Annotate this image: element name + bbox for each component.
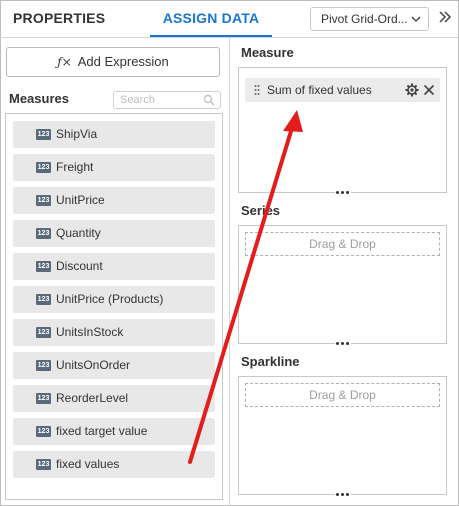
numeric-type-icon: 123 — [36, 294, 51, 305]
field-item-label: ReorderLevel — [56, 391, 129, 405]
field-item-label: fixed values — [56, 457, 120, 471]
field-item-label: UnitsOnOrder — [56, 358, 131, 372]
field-item-label: Freight — [56, 160, 94, 174]
numeric-type-icon: 123 — [36, 261, 51, 272]
numeric-type-icon: 123 — [36, 327, 51, 338]
sparkline-drop-placeholder: Drag & Drop — [245, 383, 440, 407]
close-icon[interactable] — [423, 84, 435, 96]
field-item[interactable]: 123 fixed values — [13, 451, 215, 478]
resize-handle-icon[interactable] — [335, 190, 351, 196]
search-icon — [203, 94, 215, 106]
field-item[interactable]: 123 ShipVia — [13, 121, 215, 148]
field-item[interactable]: 123 Discount — [13, 253, 215, 280]
numeric-type-icon: 123 — [36, 360, 51, 371]
field-item-label: UnitPrice — [56, 193, 105, 207]
numeric-type-icon: 123 — [36, 129, 51, 140]
numeric-type-icon: 123 — [36, 426, 51, 437]
widget-dropdown-value: Pivot Grid-Ord... — [321, 12, 408, 26]
sparkline-dropzone[interactable]: Drag & Drop — [238, 376, 447, 498]
drag-handle-icon[interactable] — [254, 84, 260, 96]
tab-assign-data[interactable]: ASSIGN DATA — [150, 0, 272, 37]
field-item-label: UnitsInStock — [56, 325, 124, 339]
widget-dropdown[interactable]: Pivot Grid-Ord... — [310, 7, 429, 31]
series-drop-placeholder: Drag & Drop — [245, 232, 440, 256]
add-expression-button[interactable]: ƒ× Add Expression — [6, 47, 220, 77]
field-item-label: fixed target value — [56, 424, 148, 438]
measure-dropzone[interactable]: Sum of fixed values — [238, 67, 447, 196]
collapse-panel-icon[interactable] — [437, 9, 453, 25]
function-icon: ƒ× — [57, 55, 72, 69]
field-item-label: Discount — [56, 259, 103, 273]
field-item[interactable]: 123 UnitPrice — [13, 187, 215, 214]
measure-item-label: Sum of fixed values — [267, 83, 372, 97]
series-dropzone[interactable]: Drag & Drop — [238, 225, 447, 347]
search-input[interactable]: Search — [113, 91, 221, 109]
field-item[interactable]: 123 Quantity — [13, 220, 215, 247]
panel-header: PROPERTIES ASSIGN DATA Pivot Grid-Ord... — [0, 0, 459, 38]
resize-handle-icon[interactable] — [335, 492, 351, 498]
add-expression-label: Add Expression — [77, 54, 169, 69]
numeric-type-icon: 123 — [36, 228, 51, 239]
field-item-label: ShipVia — [56, 127, 98, 141]
sparkline-section-title: Sparkline — [241, 354, 300, 369]
field-item[interactable]: 123 UnitsOnOrder — [13, 352, 215, 379]
measure-section-title: Measure — [241, 45, 294, 60]
numeric-type-icon: 123 — [36, 195, 51, 206]
resize-handle-icon[interactable] — [335, 341, 351, 347]
field-item[interactable]: 123 fixed target value — [13, 418, 215, 445]
field-item-label: Quantity — [56, 226, 101, 240]
field-item[interactable]: 123 UnitPrice (Products) — [13, 286, 215, 313]
measures-title: Measures — [9, 91, 69, 106]
chevron-down-icon — [411, 16, 421, 22]
numeric-type-icon: 123 — [36, 459, 51, 470]
field-item[interactable]: 123 ReorderLevel — [13, 385, 215, 412]
series-section-title: Series — [241, 203, 281, 218]
field-item[interactable]: 123 UnitsInStock — [13, 319, 215, 346]
numeric-type-icon: 123 — [36, 393, 51, 404]
measure-item[interactable]: Sum of fixed values — [245, 78, 440, 102]
gear-icon[interactable] — [405, 83, 419, 97]
numeric-type-icon: 123 — [36, 162, 51, 173]
field-item[interactable]: 123 Freight — [13, 154, 215, 181]
field-item-label: UnitPrice (Products) — [56, 292, 164, 306]
search-placeholder: Search — [120, 94, 155, 106]
tab-properties[interactable]: PROPERTIES — [13, 0, 105, 35]
